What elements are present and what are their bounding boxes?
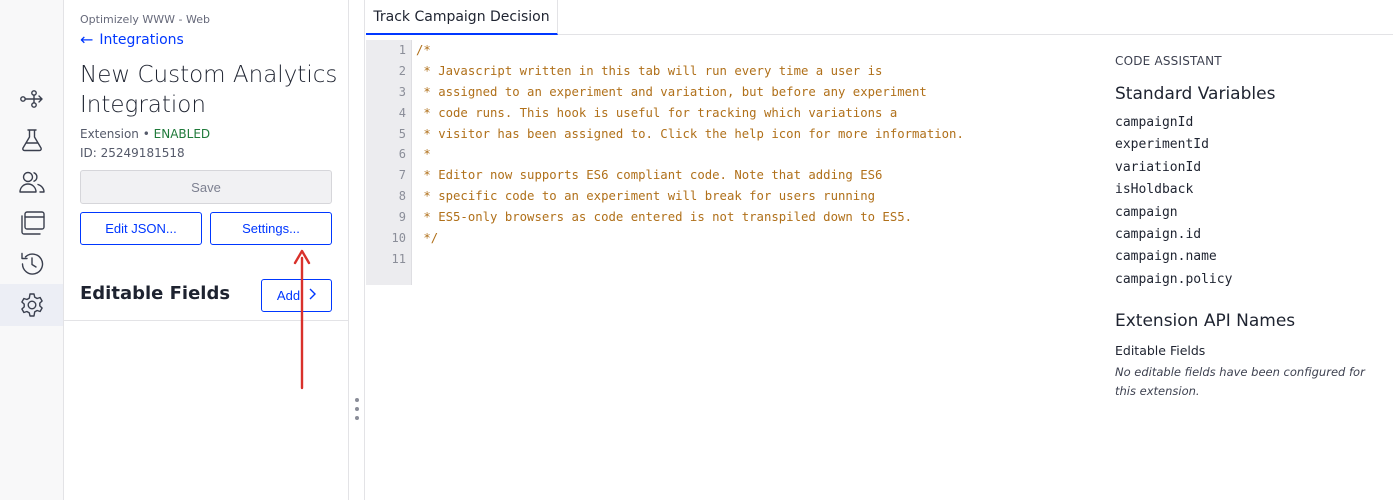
extension-meta: Extension • ENABLED	[80, 127, 210, 141]
variable-item[interactable]: campaignId	[1115, 112, 1232, 134]
arrow-left-icon: ←	[80, 30, 94, 49]
code-editor[interactable]: 1 2 3 4 5 6 7 8 9 10 11 /* * Javascript written in…	[366, 40, 1086, 285]
code-line[interactable]: */	[416, 228, 1096, 249]
rail-item-pages[interactable]	[0, 202, 63, 244]
rail-item-audiences[interactable]	[0, 161, 63, 203]
editable-fields-subtitle: Editable Fields	[1115, 343, 1206, 358]
standard-variables-title: Standard Variables	[1115, 84, 1276, 104]
code-line[interactable]: * code runs. This hook is useful for tra…	[416, 103, 1096, 124]
variable-item[interactable]: experimentId	[1115, 134, 1232, 156]
variable-item[interactable]: campaign.id	[1115, 224, 1232, 246]
code-assistant-label: CODE ASSISTANT	[1115, 54, 1222, 68]
annotation-arrow-icon	[293, 249, 311, 390]
status-badge: ENABLED	[153, 127, 211, 141]
project-name: Optimizely WWW - Web	[80, 13, 210, 26]
code-line[interactable]: * assigned to an experiment and variatio…	[416, 82, 1096, 103]
code-line[interactable]: *	[416, 144, 1096, 165]
line-number: 1	[398, 43, 406, 57]
variable-item[interactable]: isHoldback	[1115, 179, 1232, 201]
variable-item[interactable]: campaign.policy	[1115, 269, 1232, 291]
extension-type: Extension	[80, 127, 139, 141]
extension-id: ID: 25249181518	[80, 146, 185, 160]
line-number: 6	[398, 147, 406, 162]
page-title: New Custom Analytics Integration	[80, 62, 338, 118]
rail-item-history[interactable]	[0, 243, 63, 285]
code-line[interactable]: * Editor now supports ES6 compliant code…	[416, 165, 1096, 186]
line-number: 10	[391, 231, 406, 246]
gear-icon	[20, 293, 43, 317]
edit-json-button[interactable]: Edit JSON...	[80, 212, 202, 245]
code-line[interactable]: * Javascript written in this tab will ru…	[416, 61, 1096, 82]
code-line[interactable]: * ES5-only browsers as code entered is n…	[416, 207, 1096, 228]
rail-item-settings[interactable]	[0, 284, 63, 326]
users-icon	[18, 171, 45, 193]
tab-track-campaign-decision[interactable]: Track Campaign Decision	[366, 0, 558, 35]
variable-item[interactable]: campaign.name	[1115, 246, 1232, 268]
rail-item-experiments[interactable]	[0, 119, 63, 161]
line-number: 8	[398, 189, 406, 204]
line-number: 9	[398, 210, 406, 225]
extension-api-names-title: Extension API Names	[1115, 311, 1296, 331]
rail-item-flow[interactable]	[0, 78, 63, 120]
code-line[interactable]: * visitor has been assigned to. Click th…	[416, 124, 1096, 145]
flow-icon	[19, 90, 43, 108]
drag-grip-icon	[355, 398, 359, 420]
variable-item[interactable]: variationId	[1115, 157, 1232, 179]
line-number-gutter: 1 2 3 4 5 6 7 8 9 10 11	[366, 40, 412, 285]
save-button[interactable]: Save	[80, 170, 332, 204]
back-link-label: Integrations	[99, 32, 184, 48]
code-line[interactable]	[416, 249, 1096, 270]
flask-icon	[21, 129, 42, 152]
icon-rail	[0, 0, 64, 500]
code-line[interactable]: * specific code to an experiment will br…	[416, 186, 1096, 207]
extension-sidebar: Optimizely WWW - Web ← Integrations New …	[64, 0, 349, 500]
meta-separator: •	[138, 127, 154, 141]
line-number: 4	[398, 105, 406, 120]
line-number: 7	[398, 168, 406, 183]
variable-item[interactable]: campaign	[1115, 202, 1232, 224]
standard-variables-list: campaignId experimentId variationId isHoldb…	[1115, 112, 1232, 291]
editable-fields-title: Editable Fields	[80, 283, 231, 304]
line-number: 11	[391, 251, 406, 266]
line-number: 2	[398, 63, 406, 78]
panel-resize-handle[interactable]	[349, 0, 365, 500]
windows-icon	[20, 211, 45, 235]
line-number: 5	[398, 126, 406, 141]
back-to-integrations-link[interactable]: ← Integrations	[80, 30, 184, 49]
history-icon	[20, 252, 43, 275]
settings-button[interactable]: Settings...	[210, 212, 332, 245]
line-number: 3	[398, 84, 406, 99]
no-fields-note: No editable fields have been configured …	[1115, 365, 1365, 398]
editor-tabs: Track Campaign Decision	[366, 0, 1393, 35]
code-line[interactable]: /*	[416, 40, 1096, 61]
code-content[interactable]: /* * Javascript written in this tab will…	[416, 40, 1096, 270]
